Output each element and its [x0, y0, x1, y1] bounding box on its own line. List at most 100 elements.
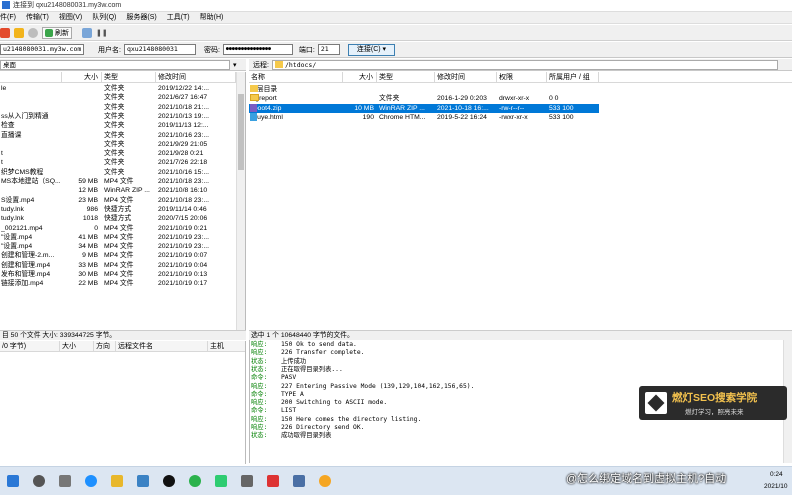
remote-col-type[interactable]: 类型	[377, 72, 435, 83]
list-item[interactable]: zhuye.html 190 Chrome HTM... 2019-5-22 16:2…	[249, 112, 599, 122]
refresh-button[interactable]: 刷新	[42, 26, 72, 39]
list-item[interactable]: pboot4.zip 10 MB WinRAR ZIP ... 2021-10-18 …	[249, 103, 599, 113]
queue-col-file[interactable]: /0 字节)	[0, 341, 60, 352]
username-input[interactable]: qxu2148080031	[123, 44, 196, 55]
filezilla-icon[interactable]	[267, 475, 279, 487]
transfer-queue: /0 字节) 大小 方向 远程文件名 主机	[0, 341, 246, 464]
log-message: LIST	[281, 407, 297, 415]
file-name: 创建和管理-2.m...	[1, 252, 55, 260]
local-scroll-thumb[interactable]	[238, 94, 244, 170]
local-scrollbar[interactable]	[236, 72, 245, 330]
remote-path-input[interactable]: /htdocs/	[271, 59, 778, 70]
list-item[interactable]: 文件夹 2021/10/18 21:...	[0, 103, 245, 112]
list-item[interactable]: "设置.mp4 41 MB MP4 文件 2021/10/19 23:...	[0, 233, 245, 242]
remote-col-name[interactable]: 名称	[249, 72, 343, 83]
sync-icon	[82, 27, 92, 38]
file-date: 2021/6/27 16:47	[158, 94, 208, 102]
list-item[interactable]: le 文件夹 2019/12/22 14:...	[0, 84, 245, 93]
local-path-input[interactable]: 桌面	[0, 59, 230, 70]
file-name: t	[1, 150, 3, 158]
log-message: 200 Switching to ASCII mode.	[281, 399, 388, 407]
local-col-size[interactable]: 大小	[62, 72, 102, 83]
remote-col-date[interactable]: 修改时间	[435, 72, 497, 83]
list-item[interactable]: 发布和管理.mp4 30 MB MP4 文件 2021/10/19 0:13	[0, 270, 245, 279]
app-icon[interactable]	[293, 475, 305, 487]
local-col-date[interactable]: 修改时间	[156, 72, 236, 83]
sync-button[interactable]	[82, 27, 92, 39]
port-input[interactable]: 21	[317, 44, 340, 55]
app-icon[interactable]	[241, 475, 253, 487]
list-item[interactable]: t 文件夹 2021/9/28 0:21	[0, 149, 245, 158]
file-type: Chrome HTM...	[379, 113, 426, 121]
chevron-down-icon[interactable]: ▾	[233, 61, 237, 69]
menu-file[interactable]: 件(F)	[0, 12, 16, 23]
menu-help[interactable]: 帮助(H)	[200, 12, 224, 23]
pause-button[interactable]: ❚❚	[96, 27, 108, 39]
list-item[interactable]: 织梦CMS教程 文件夹 2021/10/16 15:...	[0, 168, 245, 177]
list-item[interactable]: t 文件夹 2021/7/26 22:18	[0, 158, 245, 167]
queue-col-direction[interactable]: 方向	[94, 341, 116, 352]
file-permissions: -rw-r--r--	[499, 104, 525, 112]
list-item[interactable]: ss从入门到精通 文件夹 2021/10/13 19:...	[0, 112, 245, 121]
password-input[interactable]: ●●●●●●●●●●●●●●●	[222, 44, 293, 55]
list-item[interactable]: 检查 文件夹 2019/11/13 12:...	[0, 121, 245, 130]
start-icon[interactable]	[7, 475, 19, 487]
list-item[interactable]: 文件夹 2021/6/27 16:47	[0, 93, 245, 102]
qq-icon[interactable]	[163, 475, 175, 487]
menu-queue[interactable]: 队列(Q)	[92, 12, 116, 23]
remote-col-perm[interactable]: 权限	[497, 72, 547, 83]
log-key: 响应:	[251, 415, 268, 423]
list-item[interactable]: MS本地建站（SQ... 59 MB MP4 文件 2021/10/18 23:...	[0, 177, 245, 186]
connect-button[interactable]: 连接(C) ▾	[347, 43, 396, 56]
menu-tools[interactable]: 工具(T)	[167, 12, 190, 23]
file-name-cell: 上层目录	[250, 85, 343, 94]
file-size: 59 MB	[78, 178, 98, 185]
local-col-type[interactable]: 类型	[102, 72, 156, 83]
menu-server[interactable]: 服务器(S)	[126, 12, 156, 23]
log-key: 响应:	[251, 349, 268, 357]
stop-icon	[28, 27, 38, 38]
list-item[interactable]: 上层目录	[249, 85, 599, 94]
stop-button[interactable]	[28, 27, 38, 39]
list-item[interactable]: 直播课 文件夹 2021/10/16 23:...	[0, 131, 245, 140]
app-icon[interactable]	[137, 475, 149, 487]
list-item[interactable]: logreport 文件夹 2016-1-29 0:203 drwxr-xr-x 0 0	[249, 94, 599, 103]
file-date: 2019/11/14 0:46	[158, 205, 207, 213]
list-item[interactable]: S设置.mp4 23 MB MP4 文件 2021/10/18 23:...	[0, 196, 245, 205]
menu-transfer[interactable]: 传输(T)	[26, 12, 49, 23]
list-item[interactable]: 创建和管理.mp4 33 MB MP4 文件 2021/10/19 0:04	[0, 261, 245, 270]
remote-path-label: 远程:	[253, 61, 269, 69]
search-icon[interactable]	[33, 475, 45, 487]
list-item[interactable]: _002121.mp4 0 MP4 文件 2021/10/19 0:21	[0, 224, 245, 233]
lightning-button[interactable]	[14, 27, 24, 39]
host-input[interactable]: u2148080031.my3w.com	[0, 44, 84, 55]
list-item[interactable]: tudy.lnk 986 快捷方式 2019/11/14 0:46	[0, 205, 245, 214]
queue-col-size[interactable]: 大小	[60, 341, 94, 352]
file-date: 2021/10/19 23:...	[158, 233, 210, 241]
file-size: 986	[86, 205, 98, 213]
list-item[interactable]: 12 MB WinRAR ZIP ... 2021/10/8 16:10	[0, 186, 245, 195]
app-icon[interactable]	[215, 475, 227, 487]
remote-col-size[interactable]: 大小	[343, 72, 377, 83]
list-item[interactable]: 创建和管理-2.m... 9 MB MP4 文件 2021/10/19 0:07	[0, 251, 245, 260]
queue-col-host[interactable]: 主机	[208, 341, 245, 352]
task-view-icon[interactable]	[59, 475, 71, 487]
edge-icon[interactable]	[85, 475, 97, 487]
taskbar: @怎么绑定域名到虚拟主机?自动 0:24 2021/10	[0, 466, 792, 495]
list-item[interactable]: tudy.lnk 1018 快捷方式 2020/7/15 20:06	[0, 214, 245, 223]
list-item[interactable]: 链接添加.mp4 22 MB MP4 文件 2021/10/19 0:17	[0, 279, 245, 288]
list-item[interactable]: 文件夹 2021/9/29 21:05	[0, 140, 245, 149]
local-col-name[interactable]	[0, 72, 62, 83]
log-line: 响应: 200 Switching to ASCII mode.	[251, 399, 387, 407]
file-name: tudy.lnk	[1, 215, 24, 223]
remote-col-owner[interactable]: 所属用户 / 组	[547, 72, 599, 83]
disconnect-button[interactable]	[0, 27, 10, 39]
list-item[interactable]: "设置.mp4 34 MB MP4 文件 2021/10/19 23:...	[0, 242, 245, 251]
menu-view[interactable]: 视图(V)	[59, 12, 82, 23]
app-icon[interactable]	[319, 475, 331, 487]
log-line: 命令: PASV	[251, 374, 296, 382]
queue-col-remote[interactable]: 远程文件名	[116, 341, 208, 352]
wechat-icon[interactable]	[189, 475, 201, 487]
file-type: 文件夹	[104, 85, 125, 92]
file-explorer-icon[interactable]	[111, 475, 123, 487]
